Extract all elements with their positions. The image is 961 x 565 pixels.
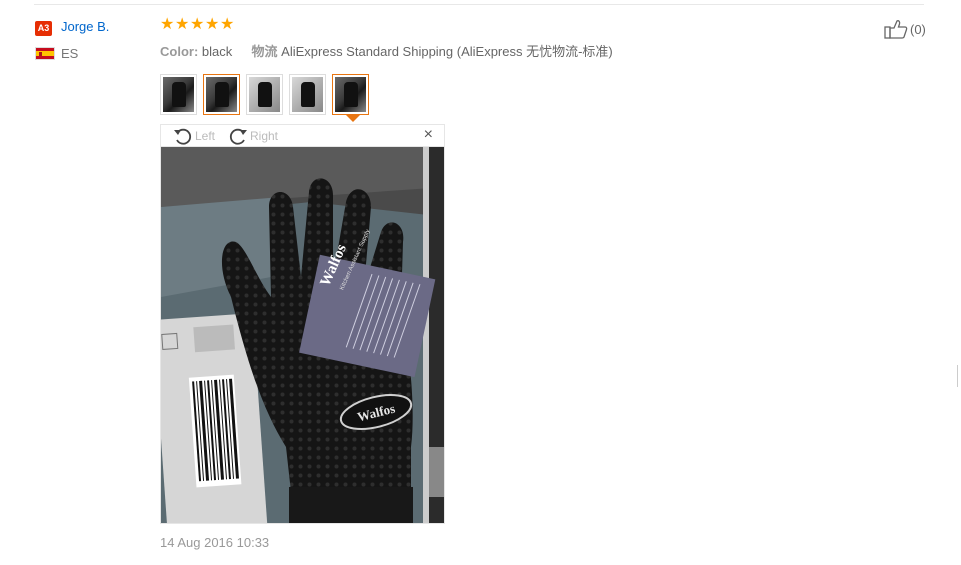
rotate-right-icon — [229, 128, 247, 145]
star-icon: ★ — [205, 16, 220, 33]
glove-photo: Walfos Kitchen Assistant Supply Walfos — [161, 147, 444, 523]
reviewer-name-link[interactable]: Jorge B. — [61, 19, 109, 34]
rotate-left-icon — [174, 128, 192, 145]
close-icon[interactable]: × — [424, 127, 433, 143]
like-count: (0) — [910, 21, 926, 37]
star-icon: ★ — [190, 16, 205, 33]
star-icon: ★ — [220, 16, 235, 33]
photo-thumbnail[interactable] — [246, 74, 283, 115]
user-level-badge: A3 — [35, 21, 52, 36]
photo-thumbnail[interactable] — [203, 74, 240, 115]
review-date: 14 Aug 2016 10:33 — [160, 535, 270, 550]
selected-pointer-icon — [346, 115, 360, 122]
photo-thumbnail[interactable] — [160, 74, 197, 115]
shipping-value: AliExpress Standard Shipping (AliExpress… — [281, 44, 613, 59]
reviewer-country: ES — [61, 46, 79, 61]
scroll-edge — [957, 365, 961, 387]
shipping-label: 物流 — [251, 44, 278, 59]
photo-thumbnail-selected[interactable] — [332, 74, 369, 122]
helpful-like-button[interactable]: (0) — [884, 19, 926, 39]
review-divider — [34, 4, 924, 5]
color-value: black — [201, 44, 233, 59]
star-icon: ★ — [160, 16, 175, 33]
star-icon: ★ — [175, 16, 190, 33]
rotate-left-button[interactable]: Left — [172, 126, 215, 146]
photo-viewer-toolbar: Left Right × — [160, 124, 445, 146]
review-photo-large: Walfos Kitchen Assistant Supply Walfos — [160, 146, 445, 524]
rotate-right-button[interactable]: Right — [227, 126, 278, 146]
spain-flag-icon — [35, 47, 55, 60]
order-info: Color: black 物流 AliExpress Standard Ship… — [160, 41, 613, 60]
thumbs-up-icon — [884, 20, 908, 39]
rotate-right-label: Right — [250, 129, 279, 143]
star-rating: ★ ★ ★ ★ ★ — [160, 16, 235, 34]
review-photo-thumbnails — [160, 74, 369, 122]
photo-thumbnail[interactable] — [289, 74, 326, 115]
color-label: Color: — [160, 44, 199, 59]
rotate-left-label: Left — [195, 129, 216, 143]
